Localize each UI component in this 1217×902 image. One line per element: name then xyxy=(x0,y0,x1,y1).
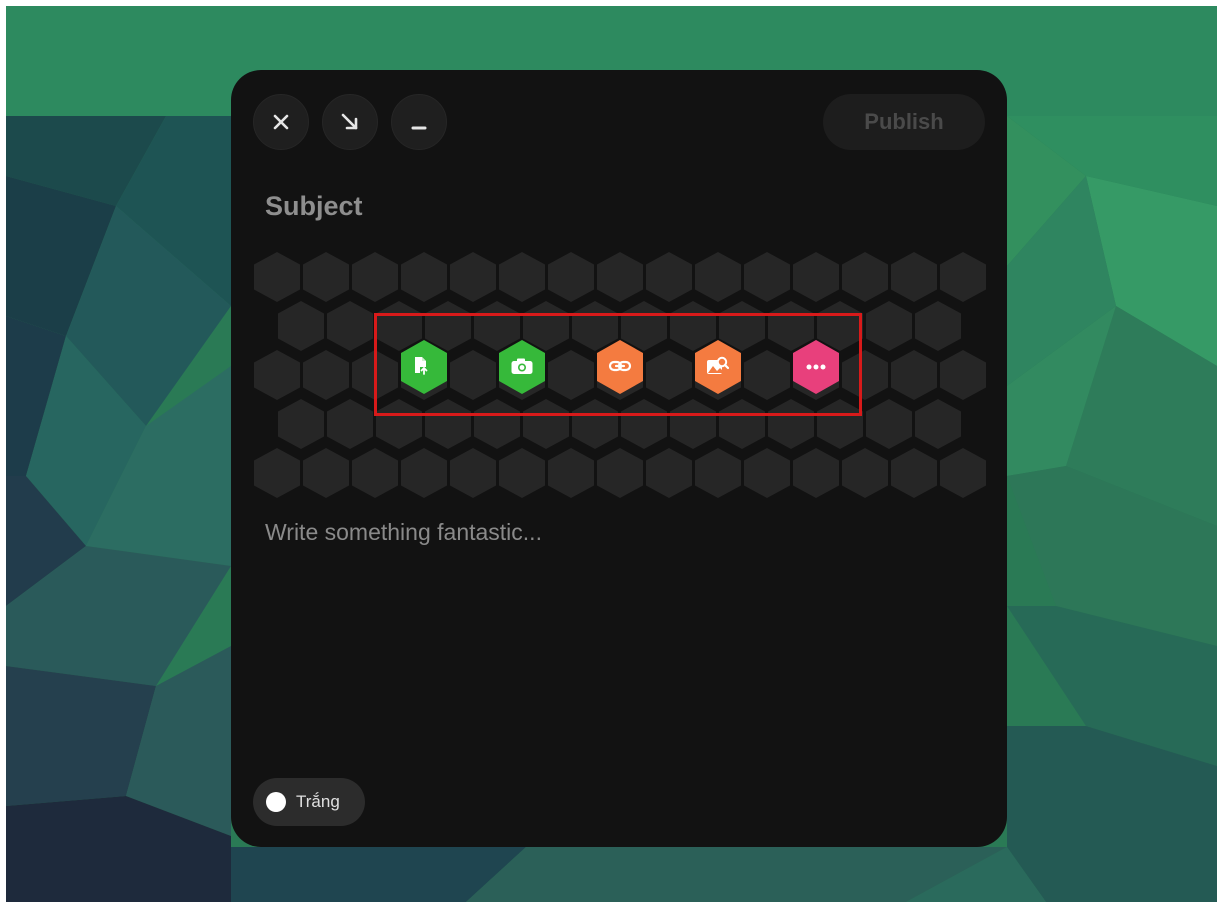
link-button[interactable] xyxy=(595,340,645,394)
hex-cell xyxy=(499,448,545,498)
hex-cell xyxy=(915,301,961,351)
hex-cell xyxy=(548,448,594,498)
hex-cell xyxy=(940,448,986,498)
hex-cell xyxy=(695,252,741,302)
hex-cell xyxy=(376,399,422,449)
hex-cell xyxy=(891,448,937,498)
hex-cell xyxy=(450,448,496,498)
hex-cell xyxy=(450,252,496,302)
hex-cell xyxy=(254,252,300,302)
camera-icon xyxy=(511,358,533,374)
file-upload-button[interactable] xyxy=(399,340,449,394)
hex-cell xyxy=(254,350,300,400)
desktop-background: Publish Subject Write something fantasti… xyxy=(6,6,1217,902)
theme-toggle[interactable]: Trắng xyxy=(253,778,365,826)
hex-cell xyxy=(744,252,790,302)
hex-cell xyxy=(303,252,349,302)
hex-cell xyxy=(940,350,986,400)
link-icon xyxy=(608,360,632,372)
hex-cell xyxy=(303,448,349,498)
hex-cell xyxy=(597,252,643,302)
compose-dialog: Publish Subject Write something fantasti… xyxy=(231,70,1007,847)
hex-cell xyxy=(572,399,618,449)
hex-cell xyxy=(548,252,594,302)
hex-cell xyxy=(646,350,692,400)
hex-cell xyxy=(866,399,912,449)
hex-cell xyxy=(891,252,937,302)
camera-button[interactable] xyxy=(497,340,547,394)
hex-cell xyxy=(352,252,398,302)
hex-cell xyxy=(817,399,863,449)
hex-cell xyxy=(670,399,716,449)
body-input[interactable]: Write something fantastic... xyxy=(265,514,965,550)
hex-cell xyxy=(646,252,692,302)
hex-cell xyxy=(352,350,398,400)
theme-toggle-dot xyxy=(266,792,286,812)
hex-cell xyxy=(842,252,888,302)
hex-cell xyxy=(548,350,594,400)
hex-cell xyxy=(278,399,324,449)
hex-cell xyxy=(352,448,398,498)
hex-cell xyxy=(842,448,888,498)
more-dots-icon xyxy=(806,364,826,370)
hex-cell xyxy=(523,399,569,449)
hex-cell xyxy=(842,350,888,400)
image-search-icon xyxy=(707,356,730,374)
hex-cell xyxy=(719,399,765,449)
hex-cell xyxy=(425,399,471,449)
hex-cell xyxy=(744,350,790,400)
hex-cell xyxy=(303,350,349,400)
theme-toggle-label: Trắng xyxy=(296,792,340,811)
hex-cell xyxy=(793,448,839,498)
file-upload-icon xyxy=(415,357,428,375)
hex-cell xyxy=(744,448,790,498)
hex-cell xyxy=(646,448,692,498)
hex-cell xyxy=(474,399,520,449)
hex-cell xyxy=(450,350,496,400)
hex-cell xyxy=(254,448,300,498)
hex-cell xyxy=(621,399,667,449)
hex-pattern xyxy=(254,252,986,498)
more-button[interactable] xyxy=(791,340,841,394)
hex-cell xyxy=(768,399,814,449)
hex-cell xyxy=(940,252,986,302)
hex-cell xyxy=(327,301,373,351)
hex-cell xyxy=(327,399,373,449)
hex-cell xyxy=(401,252,447,302)
hex-cell xyxy=(915,399,961,449)
hex-cell xyxy=(695,448,741,498)
hex-cell xyxy=(499,252,545,302)
hex-cell xyxy=(891,350,937,400)
hex-cell xyxy=(793,252,839,302)
hex-cell xyxy=(278,301,324,351)
image-search-button[interactable] xyxy=(693,340,743,394)
hex-cell xyxy=(597,448,643,498)
hex-cell xyxy=(866,301,912,351)
hex-cell xyxy=(401,448,447,498)
